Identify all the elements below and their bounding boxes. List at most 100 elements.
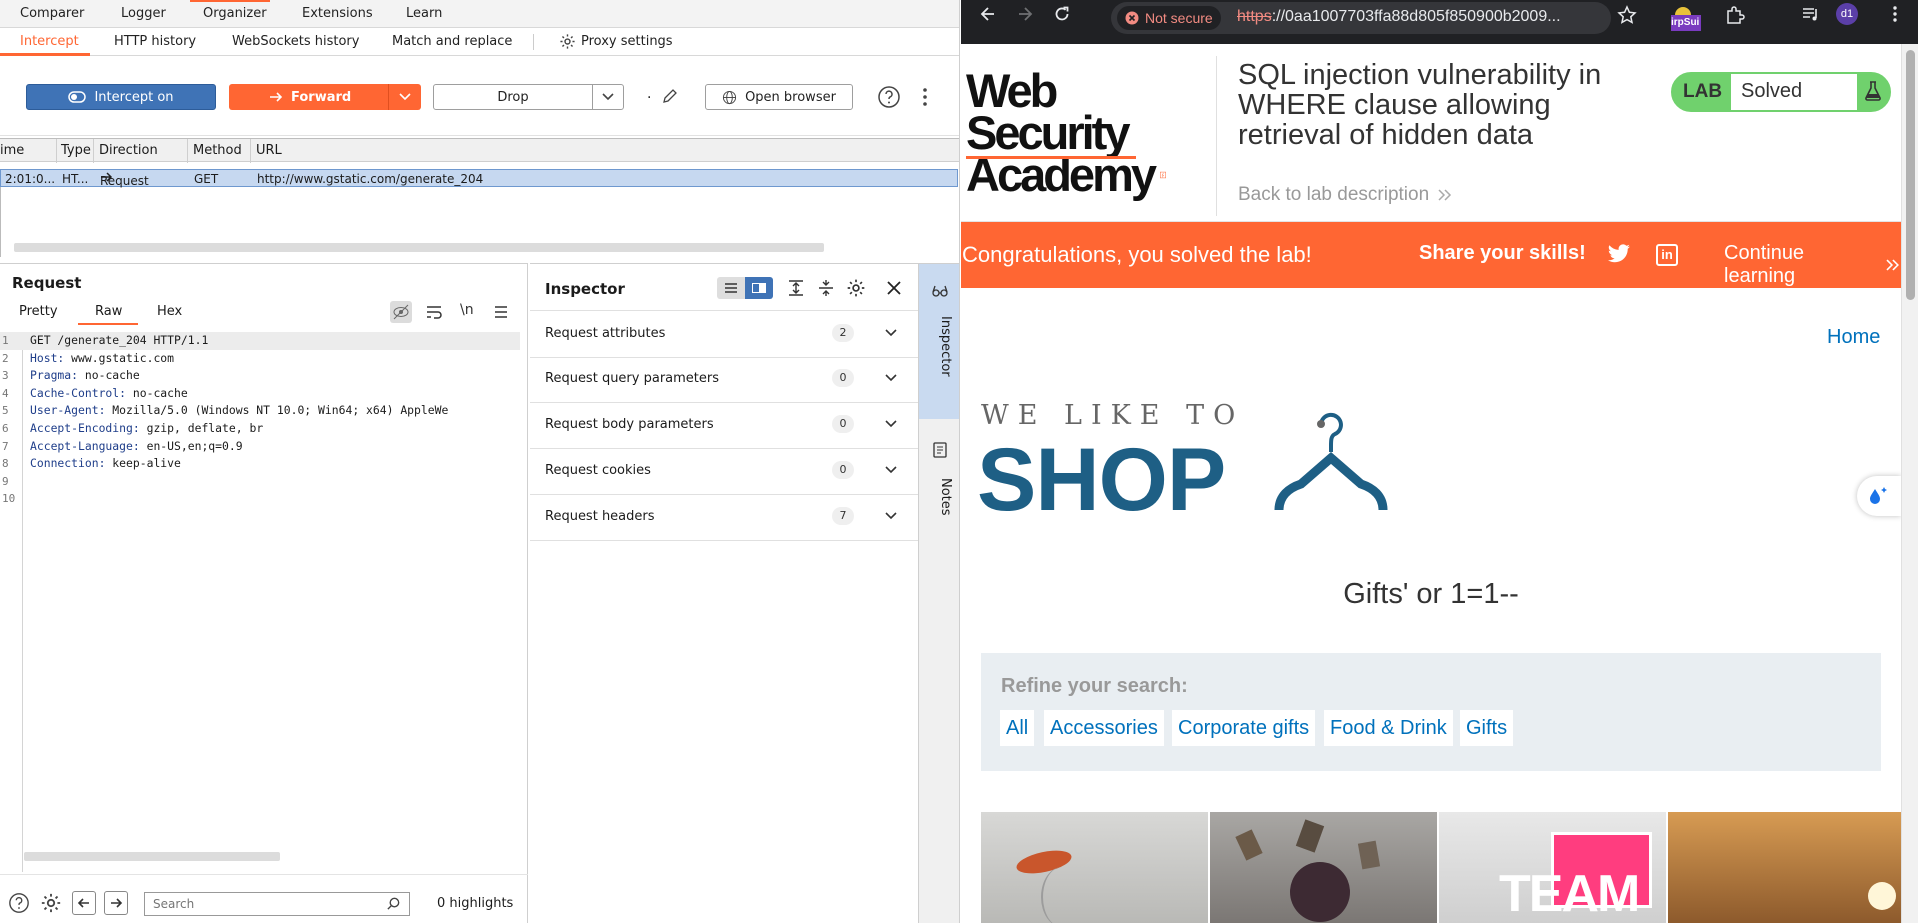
search-input[interactable] [144,892,410,916]
code-line: 8 Connection: keep-alive [0,455,520,473]
back-icon[interactable] [979,5,997,23]
history-horizontal-scrollbar[interactable] [14,243,824,252]
inspector-section-headers[interactable]: Request headers 7 [530,494,918,541]
gear-icon[interactable] [846,278,866,298]
tab-raw[interactable]: Raw [95,304,122,319]
scroll-thumb[interactable] [1906,50,1915,300]
category-all[interactable]: All [1000,710,1035,746]
search-icon [386,896,401,911]
category-gifts[interactable]: Gifts [1460,710,1514,746]
edit-pencil-icon[interactable] [662,88,678,104]
product-image[interactable] [981,812,1208,923]
hide-nonprintable-icon[interactable] [390,301,412,323]
category-accessories[interactable]: Accessories [1044,710,1164,746]
more-options-icon[interactable] [922,87,928,107]
profile-avatar[interactable]: d1 [1836,3,1858,25]
media-queue-icon[interactable] [1801,5,1821,25]
tile-text: TEAM [1499,865,1640,923]
tab-logger[interactable]: Logger [121,6,166,21]
reload-icon[interactable] [1053,5,1071,23]
help-icon[interactable] [877,85,901,109]
tab-hex[interactable]: Hex [157,304,182,319]
floating-assistant-button[interactable] [1857,476,1901,516]
header-value: GET /generate_204 HTTP/1.1 [30,333,209,347]
newline-toggle-icon[interactable]: \n [460,302,474,318]
previous-match-button[interactable] [72,891,96,915]
product-image[interactable] [1668,812,1901,923]
word-wrap-icon[interactable] [425,303,443,321]
expand-all-icon[interactable] [787,279,805,297]
chevron-down-icon [399,93,411,101]
product-image[interactable] [1210,812,1437,923]
burp-extension-icon[interactable]: irpSui [1671,5,1701,33]
inspector-section-body-params[interactable]: Request body parameters 0 [530,402,918,449]
category-corporate-gifts[interactable]: Corporate gifts [1172,710,1316,746]
puzzle-icon[interactable] [1725,5,1745,25]
tab-match-replace[interactable]: Match and replace [392,34,512,49]
header-value: no-cache [126,385,188,400]
collapse-all-icon[interactable] [817,279,835,297]
close-icon[interactable] [887,281,901,295]
globe-icon [723,90,737,104]
intercept-toggle-button[interactable]: Intercept on [26,84,216,110]
editor-horizontal-scrollbar[interactable] [24,852,280,861]
gear-icon[interactable] [40,892,62,914]
col-url[interactable]: URL [256,143,282,158]
gear-icon [560,34,575,49]
col-method[interactable]: Method [193,143,242,158]
tab-proxy-settings[interactable]: Proxy settings [559,33,673,50]
arrow-right-icon [270,92,283,102]
linkedin-icon[interactable]: in [1656,244,1678,266]
col-time[interactable]: ime [0,143,24,158]
side-tab-notes[interactable]: Notes [919,434,959,534]
forward-button[interactable]: Forward [229,84,388,110]
more-options-icon[interactable] [1892,5,1898,23]
page-scrollbar[interactable] [1901,44,1918,923]
menu-icon[interactable] [493,304,509,320]
refine-search-panel: Refine your search: All Accessories Corp… [981,653,1881,771]
forward-dropdown-button[interactable] [388,84,421,110]
open-browser-button[interactable]: Open browser [705,84,853,110]
forward-icon[interactable] [1016,5,1034,23]
tab-http-history[interactable]: HTTP history [114,34,196,49]
continue-learning-link[interactable]: Continue learning [1724,242,1901,288]
star-icon[interactable] [1617,5,1637,25]
tab-websockets-history[interactable]: WebSockets history [232,34,359,49]
tab-learn[interactable]: Learn [406,6,442,21]
split-view-icon[interactable] [745,277,773,299]
search-bar: 0 highlights [0,874,528,923]
request-editor[interactable]: 1 GET /generate_204 HTTP/1.1 2 Host: www.gs… [0,332,520,508]
drop-label: Drop [497,89,529,105]
tab-intercept[interactable]: Intercept [20,34,79,49]
code-line: 10 [0,490,520,508]
side-tab-label: Inspector [938,316,953,377]
arrow-left-icon [77,898,89,908]
category-food-drink[interactable]: Food & Drink [1324,710,1453,746]
table-row[interactable]: 2:01:0... HT... Request GET http://www.g… [0,169,958,188]
inspector-section-cookies[interactable]: Request cookies 0 [530,448,918,495]
flask-icon [1865,81,1881,101]
side-tab-inspector[interactable]: Inspector [919,264,959,419]
layout-toggle[interactable] [717,277,773,299]
wsa-logo[interactable]: Web Security Academy [966,67,1166,198]
tab-pretty[interactable]: Pretty [19,304,58,319]
security-chip[interactable]: Not secure [1117,6,1221,30]
back-to-lab-link[interactable]: Back to lab description [1238,184,1453,206]
drop-dropdown-button[interactable] [592,84,624,110]
col-type[interactable]: Type [61,143,91,158]
inspector-section-query-params[interactable]: Request query parameters 0 [530,356,918,403]
inspector-section-attributes[interactable]: Request attributes 2 [530,310,918,358]
address-bar[interactable]: Not secure https://0aa1007703ffa88d805f8… [1111,2,1611,34]
next-match-button[interactable] [104,891,128,915]
twitter-icon[interactable] [1607,244,1631,264]
help-icon[interactable] [8,892,30,914]
col-direction[interactable]: Direction [99,143,158,158]
tab-organizer[interactable]: Organizer [203,6,267,21]
home-link[interactable]: Home [1827,326,1880,349]
product-image[interactable]: TEAM [1439,812,1666,923]
tab-comparer[interactable]: Comparer [20,6,84,21]
tab-extensions[interactable]: Extensions [302,6,373,21]
drop-button[interactable]: Drop [433,84,593,110]
list-view-icon[interactable] [717,277,745,299]
forward-label: Forward [291,89,352,105]
